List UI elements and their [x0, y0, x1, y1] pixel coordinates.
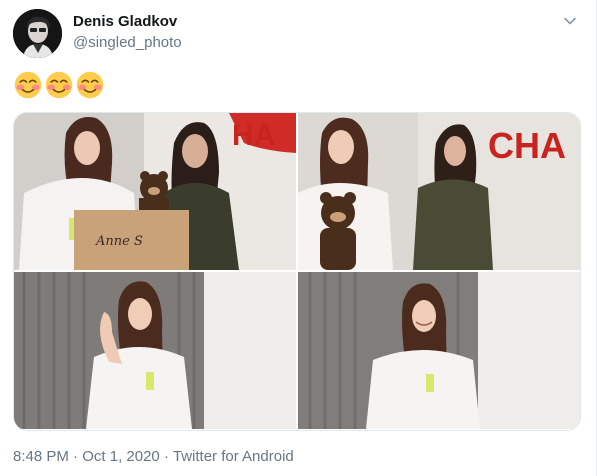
tweet-metadata: 8:48 PM · Oct 1, 2020 · Twitter for Andr… [13, 448, 294, 465]
photo-1-image: HA Anne S [14, 113, 296, 270]
tweet-date[interactable]: Oct 1, 2020 [82, 448, 160, 465]
photo-2-image: CHA [298, 113, 580, 270]
tweet-card: Denis Gladkov @singled_photo HA Anne S C… [0, 0, 597, 476]
chevron-down-icon[interactable] [562, 13, 578, 29]
svg-text:CHA: CHA [488, 125, 566, 166]
smiling-face-icon [14, 71, 42, 99]
photo-4-image [298, 272, 580, 429]
author-name[interactable]: Denis Gladkov [73, 13, 177, 30]
meta-separator: · [163, 448, 169, 465]
box-text: Anne S [95, 234, 143, 249]
photo-3[interactable] [14, 272, 296, 429]
svg-text:HA: HA [232, 119, 275, 152]
meta-separator: · [73, 448, 79, 465]
tweet-time[interactable]: 8:48 PM [13, 448, 69, 465]
author-handle[interactable]: @singled_photo [73, 34, 182, 51]
photo-grid: HA Anne S CHA [13, 112, 581, 431]
avatar-image [13, 9, 62, 58]
photo-2[interactable]: CHA [298, 113, 580, 270]
tweet-source[interactable]: Twitter for Android [173, 448, 294, 465]
smiling-face-icon [45, 71, 73, 99]
tweet-text [14, 71, 104, 101]
photo-3-image [14, 272, 296, 429]
photo-4[interactable] [298, 272, 580, 429]
avatar[interactable] [13, 9, 62, 58]
smiling-face-icon [76, 71, 104, 99]
photo-1[interactable]: HA Anne S [14, 113, 296, 270]
